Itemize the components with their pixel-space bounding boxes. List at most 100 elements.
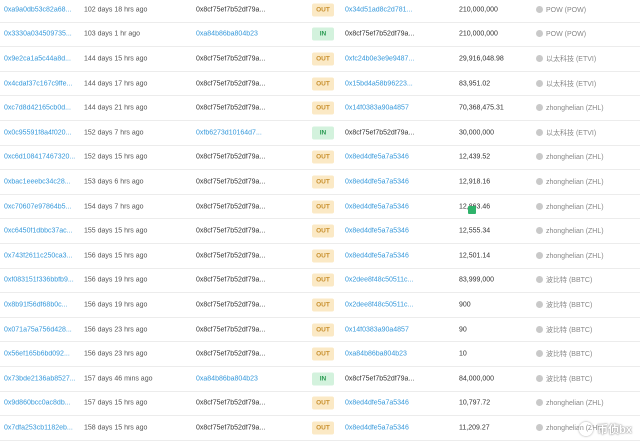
token-icon — [536, 104, 543, 112]
from-address[interactable]: 0xfb6273d10164d7... — [196, 129, 296, 136]
amount: 900 — [459, 301, 471, 309]
tx-hash-link[interactable]: 0x0c95591f8a4f020... — [4, 129, 76, 136]
token-link[interactable]: zhonghelian (ZHL) — [536, 153, 636, 161]
tx-hash-link[interactable]: 0xc70607e97864b5... — [4, 203, 76, 210]
token-name[interactable]: 波比特 (BBTC) — [546, 327, 592, 334]
from-address: 0x8cf75ef7b52df79a... — [196, 178, 266, 186]
tx-hash-link[interactable]: 0xc7d8d42165cb0d... — [4, 105, 76, 112]
tx-hash-link[interactable]: 0x071a75a756d428... — [4, 326, 76, 333]
token-name[interactable]: zhonghelian (ZHL) — [546, 179, 604, 186]
token-link[interactable]: 以太科技 (ETVI) — [536, 128, 636, 138]
token-name[interactable]: zhonghelian (ZHL) — [546, 204, 604, 211]
tx-hash-link[interactable]: 0x56ef165b6bd092... — [4, 351, 76, 358]
amount: 210,000,000 — [459, 30, 498, 38]
tx-hash-link[interactable]: 0xa9a0db53c82a68... — [4, 6, 76, 13]
table-row: 0xc7d8d42165cb0d... 144 days 21 hrs ago 0x… — [0, 96, 640, 121]
table-row: 0xc6d108417467320... 152 days 15 hrs ago 0… — [0, 146, 640, 171]
token-link[interactable]: 波比特 (BBTC) — [536, 275, 636, 285]
tx-hash-link[interactable]: 0xc6d108417467320... — [4, 154, 76, 161]
token-link[interactable]: zhonghelian (ZHL) — [536, 202, 636, 211]
to-address[interactable]: 0x14f0383a90a4857 — [345, 326, 445, 333]
direction-badge: OUT — [312, 323, 334, 337]
token-name[interactable]: zhonghelian (ZHL) — [546, 400, 604, 407]
token-name[interactable]: 以太科技 (ETVI) — [546, 130, 596, 137]
to-address[interactable]: 0x8ed4dfe5a7a5346 — [345, 203, 445, 210]
to-address[interactable]: 0x15bd4a58b96223... — [345, 80, 445, 87]
tx-hash-link[interactable]: 0x743f2611c250ca3... — [4, 252, 76, 259]
token-name[interactable]: 波比特 (BBTC) — [546, 351, 592, 358]
tx-age: 156 days 23 hrs ago — [84, 350, 148, 358]
from-address: 0x8cf75ef7b52df79a... — [196, 252, 266, 260]
amount: 210,000,000 — [459, 6, 498, 14]
tx-age: 152 days 15 hrs ago — [84, 153, 148, 161]
token-name[interactable]: 以太科技 (ETVI) — [546, 81, 596, 88]
from-address: 0x8cf75ef7b52df79a... — [196, 227, 266, 235]
token-name[interactable]: 波比特 (BBTC) — [546, 302, 592, 309]
to-address[interactable]: 0x8ed4dfe5a7a5346 — [345, 228, 445, 235]
tx-age: 152 days 7 hrs ago — [84, 129, 144, 137]
tx-hash-link[interactable]: 0x9d860bcc0ac8db... — [4, 400, 76, 407]
to-address[interactable]: 0x2dee8f48c50511c... — [345, 301, 445, 308]
token-name[interactable]: POW (POW) — [546, 7, 586, 14]
token-link[interactable]: 波比特 (BBTC) — [536, 325, 636, 335]
tx-hash-link[interactable]: 0x8b91f56df68b0c... — [4, 301, 76, 308]
token-link[interactable]: 波比特 (BBTC) — [536, 374, 636, 384]
tx-hash-link[interactable]: 0x73bde2136ab8527... — [4, 375, 76, 382]
to-address[interactable]: 0x8ed4dfe5a7a5346 — [345, 424, 445, 431]
token-link[interactable]: zhonghelian (ZHL) — [536, 399, 636, 407]
tx-age: 156 days 15 hrs ago — [84, 252, 148, 260]
token-name[interactable]: zhonghelian (ZHL) — [546, 228, 604, 235]
tx-hash-link[interactable]: 0xc6450f1dbbc37ac... — [4, 228, 76, 235]
token-link[interactable]: 以太科技 (ETVI) — [536, 54, 636, 64]
table-row: 0x9d860bcc0ac8db... 157 days 15 hrs ago 0x… — [0, 392, 640, 417]
token-icon — [536, 153, 543, 161]
amount: 12,555.34 — [459, 227, 491, 235]
token-link[interactable]: zhonghelian (ZHL) — [536, 251, 636, 260]
tx-age: 154 days 7 hrs ago — [84, 203, 144, 211]
from-address[interactable]: 0xa84b86ba804b23 — [196, 31, 296, 38]
to-address[interactable]: 0x8ed4dfe5a7a5346 — [345, 154, 445, 161]
watermark-logo-icon — [579, 422, 594, 436]
token-link[interactable]: zhonghelian (ZHL) — [536, 104, 636, 112]
from-address[interactable]: 0xa84b86ba804b23 — [196, 375, 296, 382]
token-name[interactable]: 波比特 (BBTC) — [546, 277, 592, 284]
tx-hash-link[interactable]: 0x3330a034509735... — [4, 31, 76, 38]
token-link[interactable]: POW (POW) — [536, 5, 636, 14]
token-icon — [536, 202, 543, 210]
tx-hash-link[interactable]: 0x9e2ca1a5c44a8d... — [4, 55, 76, 62]
token-link[interactable]: 波比特 (BBTC) — [536, 349, 636, 359]
token-name[interactable]: zhonghelian (ZHL) — [546, 253, 604, 260]
direction-badge: OUT — [312, 77, 334, 91]
tx-age: 103 days 1 hr ago — [84, 30, 141, 38]
table-row: 0xa9a0db53c82a68... 102 days 18 hrs ago 0x… — [0, 0, 640, 23]
tx-hash-link[interactable]: 0xf083151f336bbfb9... — [4, 277, 76, 284]
to-address[interactable]: 0x2dee8f48c50511c... — [345, 277, 445, 284]
to-address[interactable]: 0x8ed4dfe5a7a5346 — [345, 400, 445, 407]
token-link[interactable]: zhonghelian (ZHL) — [536, 227, 636, 235]
to-address: 0x8cf75ef7b52df79a... — [345, 129, 415, 137]
tx-hash-link[interactable]: 0x4cdaf37c167c9ffe... — [4, 80, 76, 87]
to-address[interactable]: 0x8ed4dfe5a7a5346 — [345, 252, 445, 259]
amount: 11,209.27 — [459, 424, 490, 432]
to-address[interactable]: 0x14f0383a90a4857 — [345, 105, 445, 112]
token-link[interactable]: POW (POW) — [536, 30, 636, 38]
tx-hash-link[interactable]: 0xbac1eeebc34c28... — [4, 178, 76, 185]
token-link[interactable]: 以太科技 (ETVI) — [536, 79, 636, 89]
to-address[interactable]: 0x8ed4dfe5a7a5346 — [345, 178, 445, 185]
tx-hash-link[interactable]: 0x7dfa253cb1182eb... — [4, 424, 76, 431]
amount: 30,000,000 — [459, 129, 495, 137]
token-link[interactable]: 波比特 (BBTC) — [536, 300, 636, 310]
token-name[interactable]: zhonghelian (ZHL) — [546, 154, 604, 161]
token-name[interactable]: POW (POW) — [546, 31, 586, 38]
token-icon — [536, 251, 543, 259]
token-name[interactable]: 波比特 (BBTC) — [546, 376, 592, 383]
token-link[interactable]: zhonghelian (ZHL) — [536, 177, 636, 186]
to-address[interactable]: 0x34d51ad8c2d781... — [345, 6, 445, 13]
token-name[interactable]: 以太科技 (ETVI) — [546, 56, 596, 63]
token-icon — [536, 128, 543, 136]
to-address[interactable]: 0xa84b86ba804b23 — [345, 351, 445, 358]
token-icon — [536, 79, 543, 87]
amount: 12,918.16 — [459, 178, 491, 186]
to-address[interactable]: 0xfc24b0e3e9e9487... — [345, 55, 445, 62]
token-name[interactable]: zhonghelian (ZHL) — [546, 105, 604, 112]
